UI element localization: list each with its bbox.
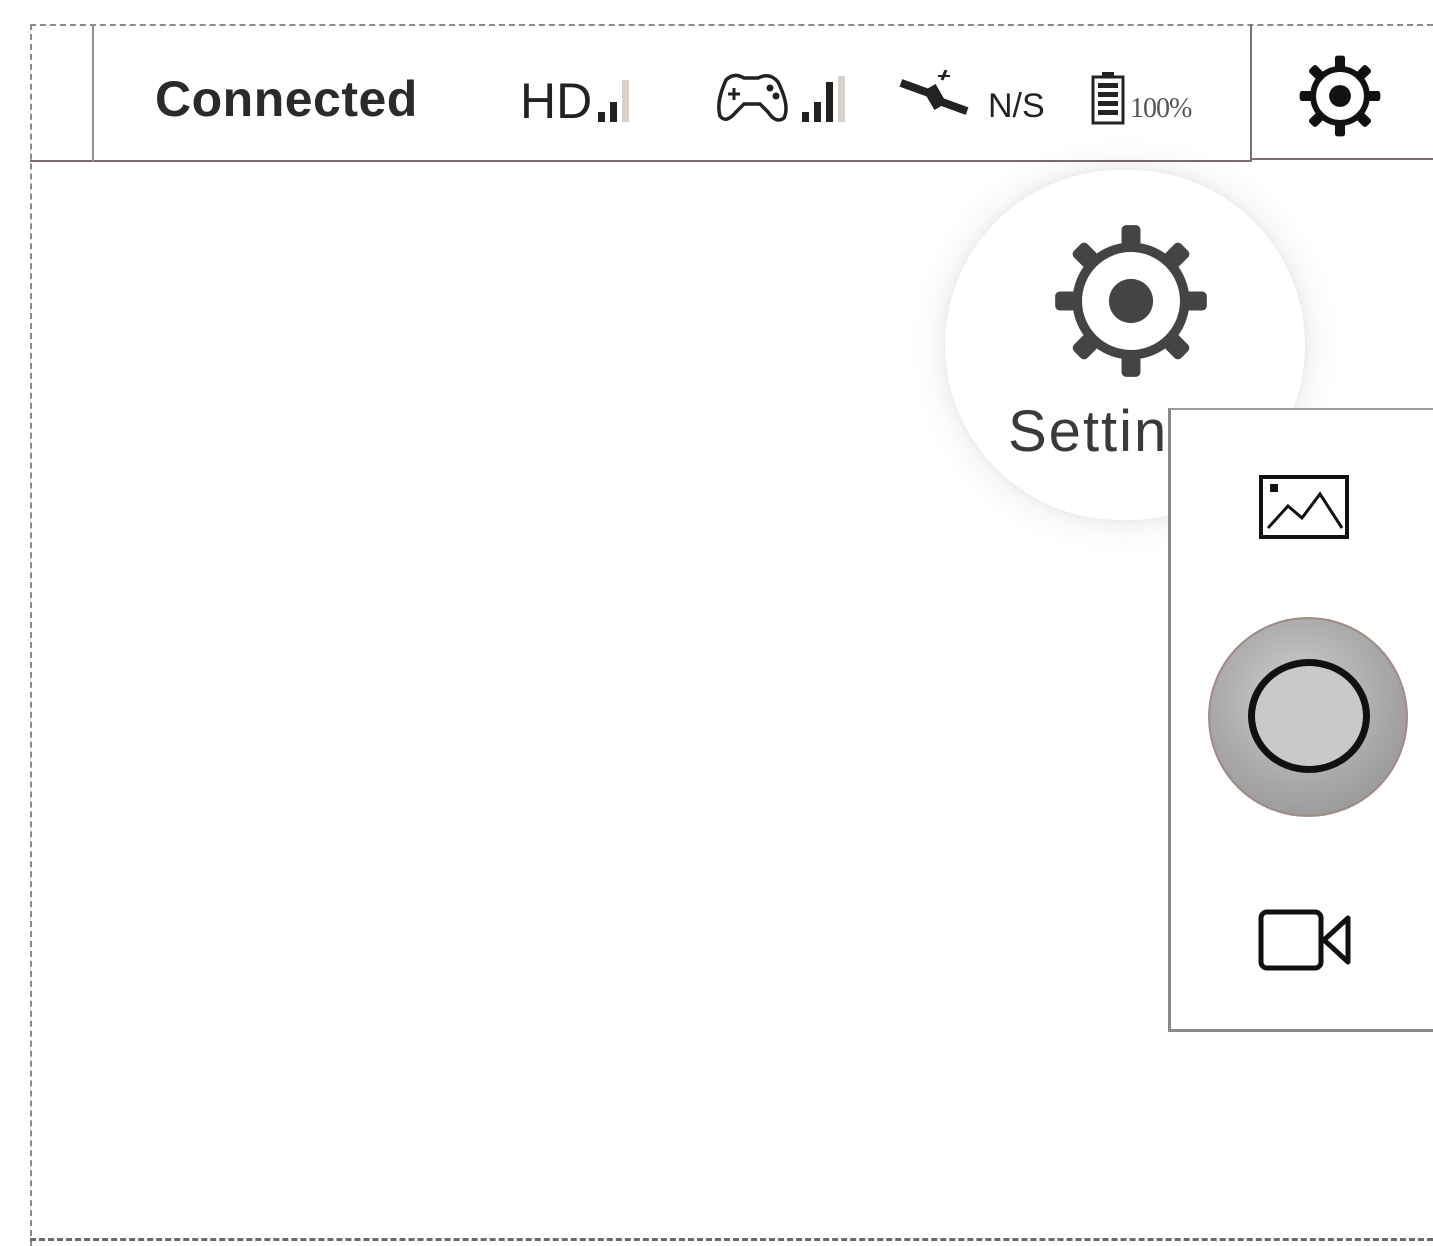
shutter-inner-ring: [1248, 659, 1370, 773]
signal-bar: [814, 102, 821, 122]
gallery-icon[interactable]: [1258, 474, 1350, 540]
battery-indicator: 100%: [1090, 66, 1192, 126]
hd-signal-indicator: HD: [520, 66, 630, 129]
frame-bottom-border: [30, 1238, 1433, 1241]
battery-percentage: 100%: [1130, 93, 1192, 124]
battery-icon: [1091, 72, 1125, 125]
hd-label: HD: [520, 73, 593, 129]
signal-bar: [838, 76, 845, 122]
status-bar-extension: [1252, 158, 1433, 160]
satellite-icon: [899, 70, 969, 115]
status-bar-divider: [92, 24, 94, 162]
rc-signal-bars: [802, 76, 845, 126]
gps-label: N/S: [988, 87, 1045, 125]
gear-icon[interactable]: [1298, 54, 1382, 138]
signal-bar: [622, 80, 630, 122]
shutter-button[interactable]: [1208, 617, 1408, 817]
signal-bar: [802, 112, 809, 122]
frame-left-border: [30, 24, 32, 1246]
connection-status: Connected: [155, 71, 418, 127]
signal-bar: [598, 112, 606, 122]
rc-signal-indicator: [712, 66, 845, 126]
gamepad-icon: [717, 73, 788, 122]
signal-bar: [826, 82, 833, 122]
signal-bar: [610, 102, 618, 122]
hd-signal-bars: [598, 76, 630, 126]
gear-icon[interactable]: [1052, 222, 1210, 380]
gps-indicator: N/S: [898, 66, 1045, 126]
video-camera-icon[interactable]: [1258, 906, 1354, 972]
